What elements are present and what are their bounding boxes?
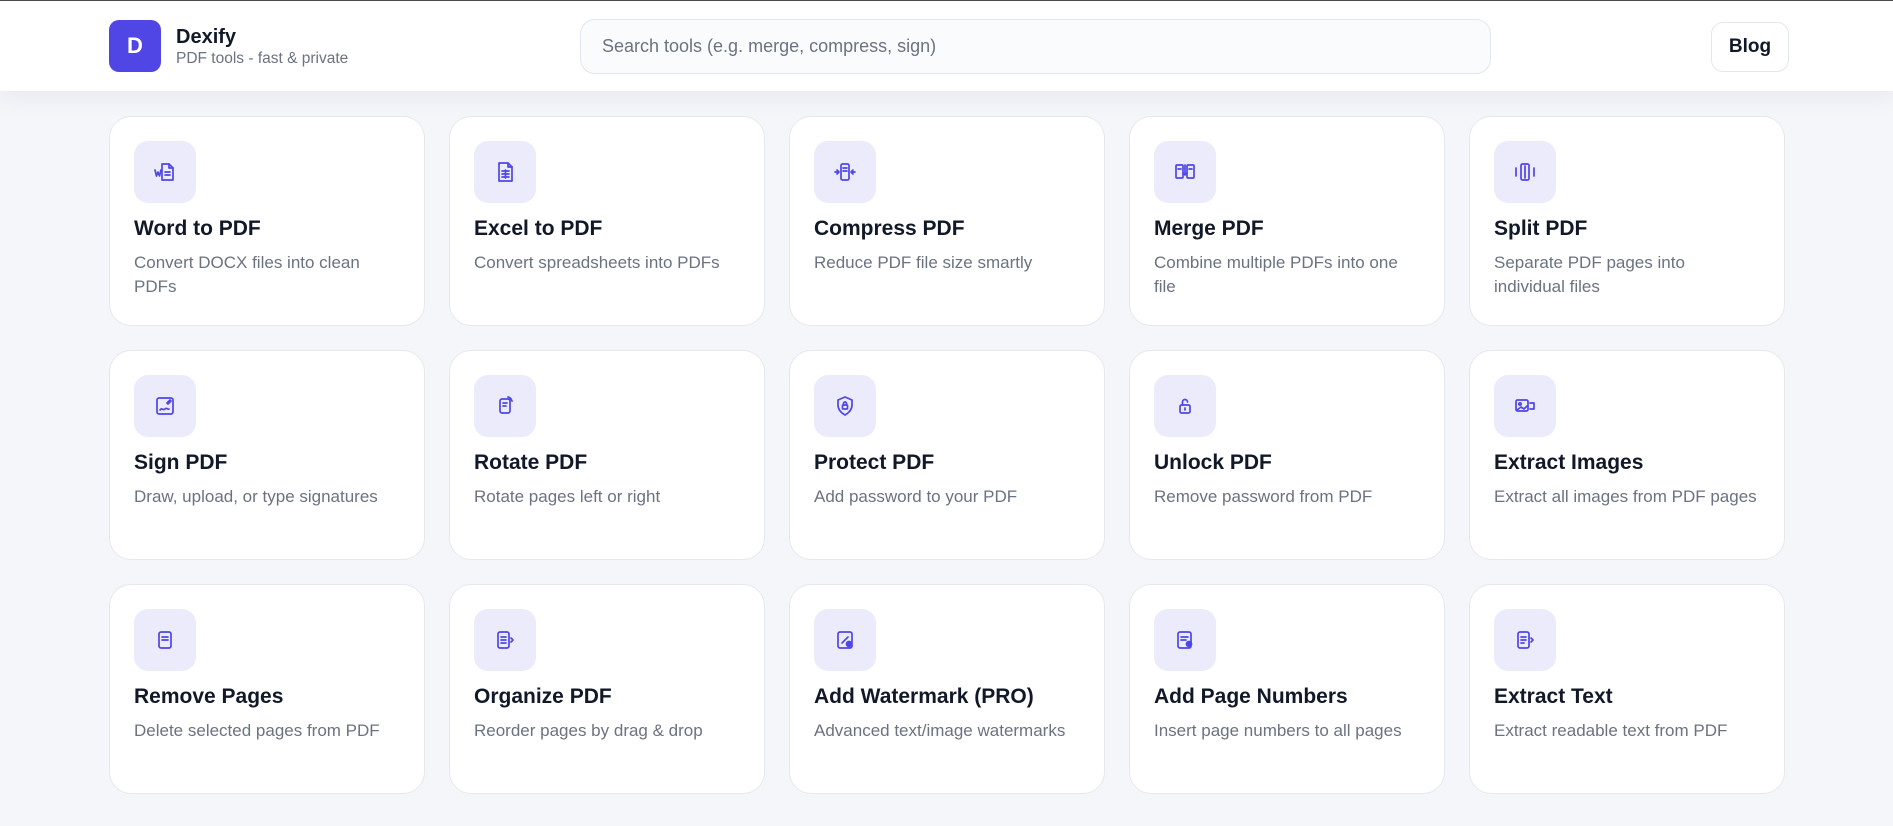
tool-description: Delete selected pages from PDF [134,721,380,740]
tool-description: Draw, upload, or type signatures [134,487,378,506]
search-bar[interactable] [580,19,1491,74]
signature-icon [134,375,196,437]
tool-grid: Word to PDF Convert DOCX files into clean… [109,116,1785,794]
tool-description: Convert DOCX files into clean PDFs [134,253,360,296]
page-remove-icon [134,609,196,671]
tool-description: Reduce PDF file size smartly [814,253,1033,272]
merge-icon [1154,141,1216,203]
tool-card-merge-pdf[interactable]: Merge PDF Combine multiple PDFs into one … [1129,116,1445,326]
tool-card-excel-to-pdf[interactable]: Excel to PDF Convert spreadsheets into PD… [449,116,765,326]
tool-description: Rotate pages left or right [474,487,661,506]
text-extract-icon [1494,609,1556,671]
tool-title: Sign PDF [134,451,228,474]
tool-title: Compress PDF [814,217,965,240]
organize-icon [474,609,536,671]
tool-description: Insert page numbers to all pages [1154,721,1402,740]
tool-title: Merge PDF [1154,217,1264,240]
logo[interactable]: D [109,20,161,72]
unlock-icon [1154,375,1216,437]
tool-card-extract-text[interactable]: Extract Text Extract readable text from P… [1469,584,1785,794]
tool-card-extract-images[interactable]: Extract Images Extract all images from PD… [1469,350,1785,560]
images-icon [1494,375,1556,437]
tool-card-remove-pages[interactable]: Remove Pages Delete selected pages from P… [109,584,425,794]
tool-card-rotate-pdf[interactable]: Rotate PDF Rotate pages left or right [449,350,765,560]
tool-title: Protect PDF [814,451,935,474]
tool-description: Add password to your PDF [814,487,1018,506]
watermark-icon [814,609,876,671]
word-doc-icon [134,141,196,203]
brand-text: Dexify PDF tools - fast & private [176,25,348,68]
tool-description: Remove password from PDF [1154,487,1373,506]
tool-title: Organize PDF [474,685,612,708]
top-bar: D Dexify PDF tools - fast & private Blog [0,0,1893,91]
blog-button[interactable]: Blog [1711,22,1789,72]
tool-title: Unlock PDF [1154,451,1272,474]
tool-title: Rotate PDF [474,451,588,474]
tool-description: Separate PDF pages into individual files [1494,253,1685,296]
search-input[interactable] [602,36,1490,57]
tool-card-add-page-numbers[interactable]: Add Page Numbers Insert page numbers to a… [1129,584,1445,794]
tool-card-organize-pdf[interactable]: Organize PDF Reorder pages by drag & drop [449,584,765,794]
tool-description: Combine multiple PDFs into one file [1154,253,1398,296]
tool-title: Add Watermark (PRO) [814,685,1034,708]
tool-title: Split PDF [1494,217,1588,240]
tool-description: Convert spreadsheets into PDFs [474,253,720,272]
brand[interactable]: D Dexify PDF tools - fast & private [109,20,348,72]
tool-card-add-watermark-pro[interactable]: Add Watermark (PRO) Advanced text/image w… [789,584,1105,794]
tool-card-sign-pdf[interactable]: Sign PDF Draw, upload, or type signatures [109,350,425,560]
shield-lock-icon [814,375,876,437]
tool-card-protect-pdf[interactable]: Protect PDF Add password to your PDF [789,350,1105,560]
tool-title: Excel to PDF [474,217,603,240]
tool-description: Extract all images from PDF pages [1494,487,1757,506]
split-icon [1494,141,1556,203]
tool-title: Remove Pages [134,685,284,708]
tool-description: Reorder pages by drag & drop [474,721,703,740]
spreadsheet-icon [474,141,536,203]
compress-icon [814,141,876,203]
tool-title: Extract Images [1494,451,1644,474]
tool-card-split-pdf[interactable]: Split PDF Separate PDF pages into individ… [1469,116,1785,326]
tool-title: Add Page Numbers [1154,685,1348,708]
tool-card-compress-pdf[interactable]: Compress PDF Reduce PDF file size smartly [789,116,1105,326]
app-name: Dexify [176,25,237,48]
tool-card-word-to-pdf[interactable]: Word to PDF Convert DOCX files into clean… [109,116,425,326]
tool-title: Word to PDF [134,217,261,240]
rotate-icon [474,375,536,437]
tool-title: Extract Text [1494,685,1613,708]
tool-card-unlock-pdf[interactable]: Unlock PDF Remove password from PDF [1129,350,1445,560]
tool-description: Extract readable text from PDF [1494,721,1728,740]
tagline: PDF tools - fast & private [176,49,349,67]
page-number-icon [1154,609,1216,671]
tool-description: Advanced text/image watermarks [814,721,1066,740]
